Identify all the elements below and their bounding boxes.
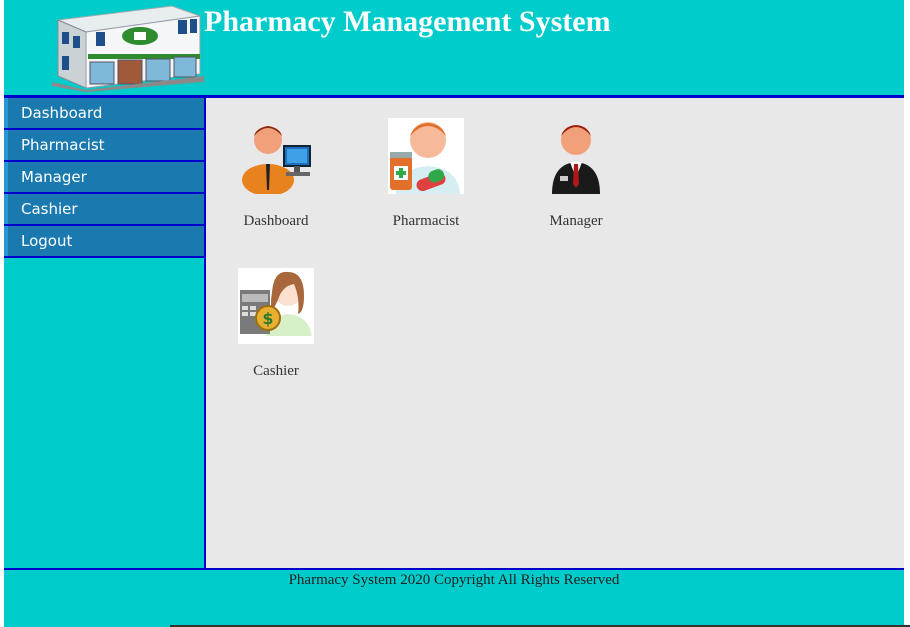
- main-content: Dashboard Pharmacist Manager $ Cashier: [206, 98, 904, 568]
- sidebar-item-cashier[interactable]: Cashier: [4, 194, 204, 226]
- manager-tile[interactable]: Manager: [516, 118, 636, 230]
- cashier-tile-label: Cashier: [253, 363, 299, 379]
- sidebar: Dashboard Pharmacist Manager Cashier Log…: [4, 98, 206, 568]
- cashier-tile[interactable]: $ Cashier: [216, 268, 336, 380]
- admin-computer-icon: [242, 126, 311, 196]
- svg-text:$: $: [262, 309, 273, 328]
- sidebar-item-pharmacist[interactable]: Pharmacist: [4, 130, 204, 162]
- dashboard-tile-label: Dashboard: [243, 213, 309, 229]
- page-title: Pharmacy Management System: [204, 5, 611, 38]
- app-window: Pharmacy Management System Dashboard Pha…: [4, 0, 904, 627]
- sidebar-item-logout[interactable]: Logout: [4, 226, 204, 258]
- sidebar-item-dashboard[interactable]: Dashboard: [4, 98, 204, 130]
- page-footer: Pharmacy System 2020 Copyright All Right…: [4, 568, 904, 627]
- pharmacist-icon: [388, 118, 464, 194]
- copyright-text: Pharmacy System 2020 Copyright All Right…: [288, 572, 620, 588]
- manager-tile-label: Manager: [549, 213, 603, 229]
- manager-icon: [552, 125, 600, 194]
- pharmacist-tile-label: Pharmacist: [392, 213, 460, 229]
- pharmacist-tile[interactable]: Pharmacist: [366, 118, 486, 230]
- dashboard-tile[interactable]: Dashboard: [216, 118, 336, 230]
- cashier-icon: $: [238, 268, 314, 344]
- sidebar-item-manager[interactable]: Manager: [4, 162, 204, 194]
- page-header: Pharmacy Management System: [4, 0, 904, 98]
- pharmacy-building-logo: [52, 5, 204, 92]
